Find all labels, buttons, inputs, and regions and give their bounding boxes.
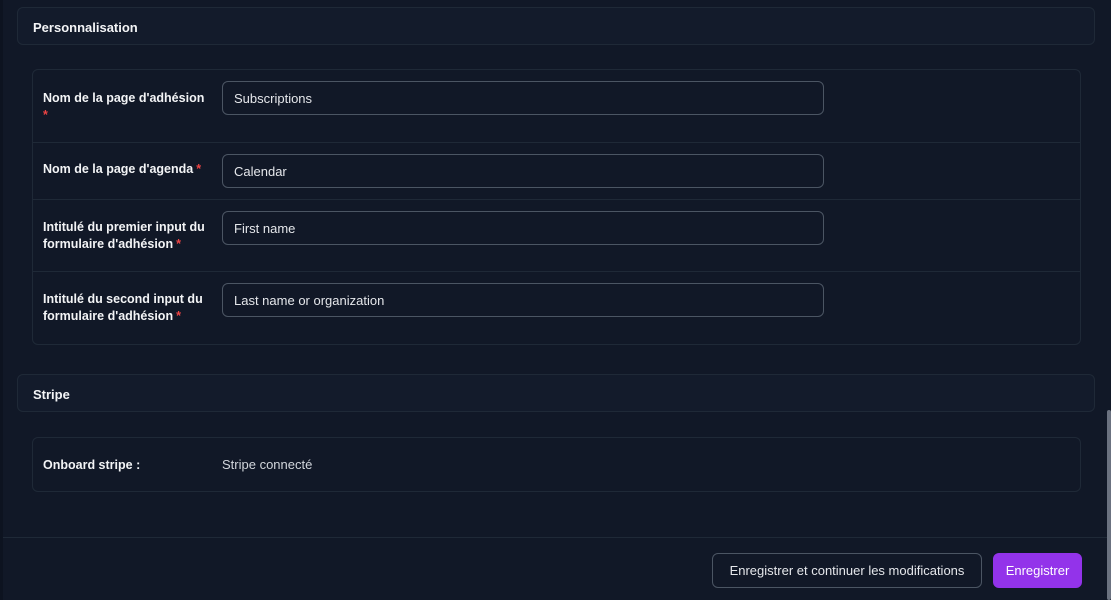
required-asterisk: * — [196, 162, 202, 176]
stripe-card: Onboard stripe : Stripe connecté — [32, 437, 1081, 492]
form-footer: Enregistrer et continuer les modificatio… — [3, 537, 1111, 600]
subscriptions-page-name-input[interactable] — [222, 81, 824, 115]
stripe-section-header: Stripe — [17, 374, 1095, 412]
field-label: Intitulé du second input du formulaire d… — [43, 291, 213, 325]
stripe-section-title: Stripe — [33, 387, 70, 402]
scrollbar-thumb[interactable] — [1107, 410, 1111, 600]
calendar-page-name-input[interactable] — [222, 154, 824, 188]
first-input-label-input[interactable] — [222, 211, 824, 245]
onboard-stripe-status: Stripe connecté — [222, 457, 313, 472]
field-row-subscriptions-page: Nom de la page d'adhésion * — [33, 70, 1080, 143]
personalisation-section-title: Personnalisation — [33, 20, 138, 35]
personalisation-section-header: Personnalisation — [17, 7, 1095, 45]
required-asterisk: * — [176, 237, 181, 251]
field-label-text: Nom de la page d'agenda — [43, 162, 194, 176]
onboard-stripe-label: Onboard stripe : — [43, 458, 141, 472]
required-asterisk: * — [176, 309, 181, 323]
field-label: Nom de la page d'agenda * — [43, 161, 223, 178]
field-row-first-input-label: Intitulé du premier input du formulaire … — [33, 200, 1080, 272]
settings-page: Personnalisation Nom de la page d'adhési… — [0, 0, 1111, 600]
left-edge-divider — [0, 0, 3, 600]
save-and-continue-button[interactable]: Enregistrer et continuer les modificatio… — [712, 553, 982, 588]
field-row-second-input-label: Intitulé du second input du formulaire d… — [33, 272, 1080, 344]
onboard-stripe-row: Onboard stripe : Stripe connecté — [33, 438, 1080, 491]
second-input-label-input[interactable] — [222, 283, 824, 317]
field-label: Nom de la page d'adhésion * — [43, 90, 213, 124]
save-button[interactable]: Enregistrer — [993, 553, 1082, 588]
personalisation-card: Nom de la page d'adhésion * Nom de la pag… — [32, 69, 1081, 345]
field-row-calendar-page: Nom de la page d'agenda * — [33, 143, 1080, 200]
field-label: Intitulé du premier input du formulaire … — [43, 219, 213, 253]
required-asterisk: * — [43, 108, 48, 122]
field-label-text: Nom de la page d'adhésion — [43, 91, 205, 105]
